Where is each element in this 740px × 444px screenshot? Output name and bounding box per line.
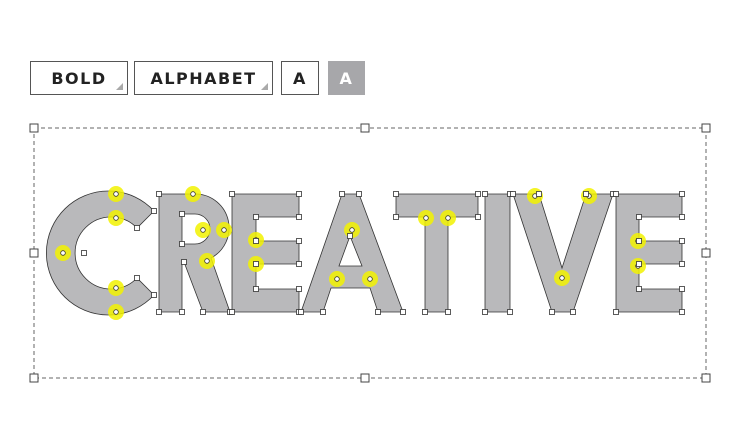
anchor-point[interactable] bbox=[679, 191, 685, 197]
anchor-point[interactable] bbox=[298, 309, 304, 315]
letter-i[interactable] bbox=[484, 193, 511, 313]
anchor-point[interactable] bbox=[636, 286, 642, 292]
anchor-point[interactable] bbox=[393, 214, 399, 220]
anchor-point[interactable] bbox=[356, 191, 362, 197]
control-handle-point[interactable] bbox=[113, 191, 119, 197]
anchor-point[interactable] bbox=[179, 309, 185, 315]
anchor-point[interactable] bbox=[229, 191, 235, 197]
control-handle-point[interactable] bbox=[445, 215, 451, 221]
anchor-point[interactable] bbox=[679, 238, 685, 244]
anchor-point[interactable] bbox=[679, 214, 685, 220]
control-handle-point[interactable] bbox=[113, 215, 119, 221]
anchor-point[interactable] bbox=[679, 286, 685, 292]
anchor-point[interactable] bbox=[482, 191, 488, 197]
letter-e-2[interactable] bbox=[615, 193, 683, 313]
anchor-point[interactable] bbox=[636, 238, 642, 244]
anchor-point[interactable] bbox=[475, 191, 481, 197]
creative-artwork[interactable] bbox=[45, 190, 683, 316]
anchor-point[interactable] bbox=[253, 238, 259, 244]
anchor-point[interactable] bbox=[179, 211, 185, 217]
anchor-point[interactable] bbox=[253, 214, 259, 220]
control-handle-point[interactable] bbox=[367, 276, 373, 282]
control-handle-point[interactable] bbox=[113, 285, 119, 291]
anchor-point[interactable] bbox=[636, 214, 642, 220]
anchor-point[interactable] bbox=[475, 214, 481, 220]
anchor-point[interactable] bbox=[613, 191, 619, 197]
anchor-point[interactable] bbox=[507, 309, 513, 315]
anchor-point[interactable] bbox=[296, 214, 302, 220]
anchor-point[interactable] bbox=[134, 275, 140, 281]
resize-handle[interactable] bbox=[29, 373, 39, 383]
anchor-point[interactable] bbox=[200, 309, 206, 315]
control-handle-point[interactable] bbox=[423, 215, 429, 221]
anchor-point[interactable] bbox=[510, 191, 516, 197]
control-handle-point[interactable] bbox=[559, 275, 565, 281]
anchor-point[interactable] bbox=[156, 309, 162, 315]
anchor-point[interactable] bbox=[253, 286, 259, 292]
anchor-point[interactable] bbox=[320, 309, 326, 315]
control-handle-point[interactable] bbox=[113, 309, 119, 315]
anchor-point[interactable] bbox=[375, 309, 381, 315]
anchor-point[interactable] bbox=[482, 309, 488, 315]
anchor-point[interactable] bbox=[179, 241, 185, 247]
anchor-point[interactable] bbox=[583, 191, 589, 197]
anchor-point[interactable] bbox=[151, 208, 157, 214]
control-handle-point[interactable] bbox=[204, 258, 210, 264]
anchor-point[interactable] bbox=[347, 233, 353, 239]
letter-t[interactable] bbox=[395, 193, 479, 313]
anchor-point[interactable] bbox=[613, 309, 619, 315]
letter-e[interactable] bbox=[231, 193, 300, 313]
control-handle-point[interactable] bbox=[221, 227, 227, 233]
control-handle-point[interactable] bbox=[60, 250, 66, 256]
anchor-point[interactable] bbox=[134, 225, 140, 231]
anchor-point[interactable] bbox=[339, 191, 345, 197]
anchor-point[interactable] bbox=[296, 191, 302, 197]
resize-handle[interactable] bbox=[701, 248, 711, 258]
control-handle-point[interactable] bbox=[200, 227, 206, 233]
anchor-point[interactable] bbox=[679, 261, 685, 267]
control-handle-point[interactable] bbox=[190, 191, 196, 197]
anchor-point[interactable] bbox=[181, 259, 187, 265]
resize-handle[interactable] bbox=[360, 123, 370, 133]
anchor-point[interactable] bbox=[229, 309, 235, 315]
anchor-point[interactable] bbox=[393, 191, 399, 197]
resize-handle[interactable] bbox=[701, 123, 711, 133]
anchor-point[interactable] bbox=[536, 191, 542, 197]
anchor-point[interactable] bbox=[151, 292, 157, 298]
anchor-point[interactable] bbox=[296, 286, 302, 292]
anchor-point[interactable] bbox=[81, 250, 87, 256]
anchor-point[interactable] bbox=[570, 309, 576, 315]
resize-handle[interactable] bbox=[701, 373, 711, 383]
resize-handle[interactable] bbox=[29, 123, 39, 133]
letter-r[interactable] bbox=[158, 193, 231, 313]
letter-a[interactable] bbox=[300, 193, 404, 313]
anchor-point[interactable] bbox=[549, 309, 555, 315]
anchor-point[interactable] bbox=[296, 238, 302, 244]
anchor-point[interactable] bbox=[445, 309, 451, 315]
anchor-point[interactable] bbox=[156, 191, 162, 197]
anchor-point[interactable] bbox=[253, 261, 259, 267]
anchor-point[interactable] bbox=[679, 309, 685, 315]
control-handle-point[interactable] bbox=[349, 227, 355, 233]
anchor-point[interactable] bbox=[296, 261, 302, 267]
anchor-point[interactable] bbox=[400, 309, 406, 315]
resize-handle[interactable] bbox=[29, 248, 39, 258]
anchor-point[interactable] bbox=[422, 309, 428, 315]
resize-handle[interactable] bbox=[360, 373, 370, 383]
control-handle-point[interactable] bbox=[334, 276, 340, 282]
anchor-point[interactable] bbox=[636, 261, 642, 267]
artboard-canvas[interactable] bbox=[0, 0, 740, 444]
letter-v[interactable] bbox=[512, 193, 614, 313]
